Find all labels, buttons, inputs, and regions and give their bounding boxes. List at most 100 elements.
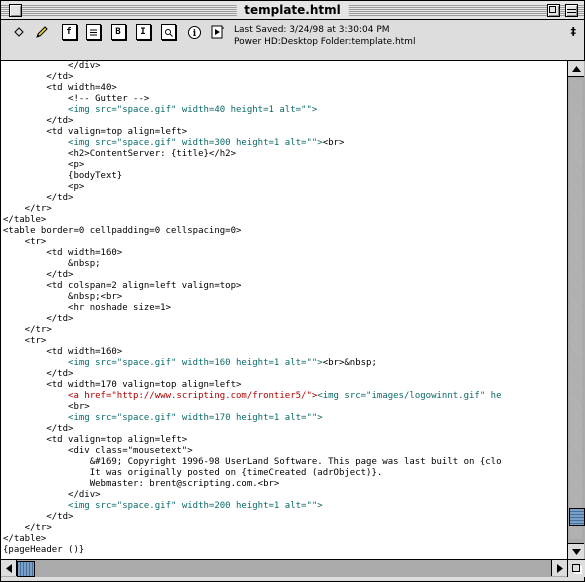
svg-text:i: i [192,29,196,39]
code-line[interactable]: </td> [3,424,502,435]
code-segment: <img src="space.gif" width=160 height=1 … [68,358,323,368]
code-line[interactable]: <td width=40> [3,83,502,94]
code-line[interactable]: <img src="space.gif" width=40 height=1 a… [3,105,502,116]
scroll-right-arrow-icon[interactable] [551,560,567,576]
code-line[interactable]: <img src="space.gif" width=300 height=1 … [3,138,502,149]
code-line[interactable]: </table> [3,534,502,545]
code-segment: <td valign=top align=left> [3,435,188,445]
code-line[interactable]: It was originally posted on {timeCreated… [3,468,502,479]
code-line[interactable]: <hr noshade size=1> [3,303,502,314]
find-icon[interactable] [160,24,176,40]
code-line[interactable]: </td> [3,314,502,325]
code-line[interactable]: <td width=160> [3,248,502,259]
code-segment: <br> [322,138,345,148]
popup-marker-icon[interactable]: ‡ [571,25,577,38]
code-text[interactable]: </div> </td> <td width=40> <!-- Gutter -… [3,61,502,556]
code-segment: <br>&nbsp; [322,358,377,368]
list-icon[interactable] [85,24,101,40]
code-segment: <td width=40> [3,83,117,93]
code-line[interactable]: <table border=0 cellpadding=0 cellspacin… [3,226,502,237]
code-segment: &nbsp; [3,259,101,269]
code-line[interactable]: &nbsp; [3,259,502,270]
code-line[interactable]: </div> [3,61,502,72]
code-line[interactable]: <td width=160> [3,347,502,358]
indent-icon[interactable]: I [135,24,151,40]
code-line[interactable]: <a href="http://www.scripting.com/fronti… [3,391,502,402]
code-segment: <td width=160> [3,347,123,357]
file-path-text: Power HD:Desktop Folder:template.html [234,37,416,47]
code-segment: <tr> [3,336,47,346]
code-line[interactable]: </td> [3,116,502,127]
code-line[interactable]: <td valign=top align=left> [3,127,502,138]
horizontal-scroll-thumb[interactable] [17,561,35,577]
code-line[interactable]: {pageHeader ()} [3,545,502,556]
compile-icon[interactable] [210,24,226,40]
diamond-icon[interactable] [11,24,27,40]
scroll-left-arrow-icon[interactable] [1,560,17,576]
code-line[interactable]: </tr> [3,523,502,534]
code-editor[interactable]: </div> </td> <td width=40> <!-- Gutter -… [1,61,567,559]
code-line[interactable]: </tr> [3,204,502,215]
vertical-scrollbar[interactable] [567,61,585,559]
scroll-up-arrow-icon[interactable] [568,61,584,77]
info-icon[interactable]: i [186,24,202,40]
title-bar[interactable]: template.html [1,1,584,20]
collapse-box[interactable] [565,4,578,17]
code-line[interactable]: </table> [3,215,502,226]
code-line[interactable]: <img src="space.gif" width=160 height=1 … [3,358,502,369]
code-line[interactable]: </td> [3,369,502,380]
code-line[interactable]: <p> [3,182,502,193]
code-line[interactable]: </td> [3,512,502,523]
function-icon[interactable]: f [61,24,77,40]
code-line[interactable]: <img src="space.gif" width=200 height=1 … [3,501,502,512]
vertical-scroll-track[interactable] [570,79,582,539]
vertical-scroll-thumb[interactable] [569,508,585,527]
code-line[interactable]: <p> [3,160,502,171]
code-line[interactable]: </td> [3,72,502,83]
code-segment: {pageHeader ()} [3,545,85,555]
code-line[interactable]: <div class="mousetext"> [3,446,502,457]
code-line[interactable]: </tr> [3,325,502,336]
code-line[interactable]: <td width=170 valign=top align=left> [3,380,502,391]
code-line[interactable]: </div> [3,490,502,501]
code-line[interactable]: <td colspan=2 align=left valign=top> [3,281,502,292]
zoom-box[interactable] [547,4,560,17]
code-line[interactable]: <td valign=top align=left> [3,435,502,446]
code-line[interactable]: <tr> [3,336,502,347]
code-segment: </td> [3,270,74,280]
code-line[interactable]: <h2>ContentServer: {title}</h2> [3,149,502,160]
code-line[interactable]: <!-- Gutter --> [3,94,502,105]
code-line[interactable]: {bodyText} [3,171,502,182]
close-box[interactable] [9,4,22,17]
resize-grow-box[interactable] [567,559,585,577]
code-segment: <img src="space.gif" width=200 height=1 … [68,501,323,511]
code-line[interactable]: </td> [3,193,502,204]
code-line[interactable]: &#169; Copyright 1996-98 UserLand Softwa… [3,457,502,468]
code-segment: <img src="images/logowinnt.gif" he [317,391,502,401]
code-segment: <hr noshade size=1> [3,303,171,313]
bookmark-icon[interactable]: B [110,24,126,40]
code-line[interactable]: Webmaster: brent@scripting.com.<br> [3,479,502,490]
code-segment: <img src="space.gif" width=40 height=1 a… [68,105,318,115]
pencil-icon[interactable] [34,24,50,40]
code-line[interactable]: <tr> [3,237,502,248]
code-segment: </td> [3,116,74,126]
code-line[interactable]: </td> [3,270,502,281]
code-segment: <td valign=top align=left> [3,127,188,137]
code-segment: <table border=0 cellpadding=0 cellspacin… [3,226,242,236]
code-segment: <p> [3,182,85,192]
code-segment: </tr> [3,204,52,214]
window-title: template.html [236,2,349,18]
horizontal-scrollbar[interactable] [1,559,567,577]
scroll-down-arrow-icon[interactable] [568,543,584,559]
code-line[interactable]: <br> [3,402,502,413]
code-line[interactable]: <img src="space.gif" width=170 height=1 … [3,413,502,424]
code-segment: </td> [3,72,74,82]
code-line[interactable]: &nbsp;<br> [3,292,502,303]
